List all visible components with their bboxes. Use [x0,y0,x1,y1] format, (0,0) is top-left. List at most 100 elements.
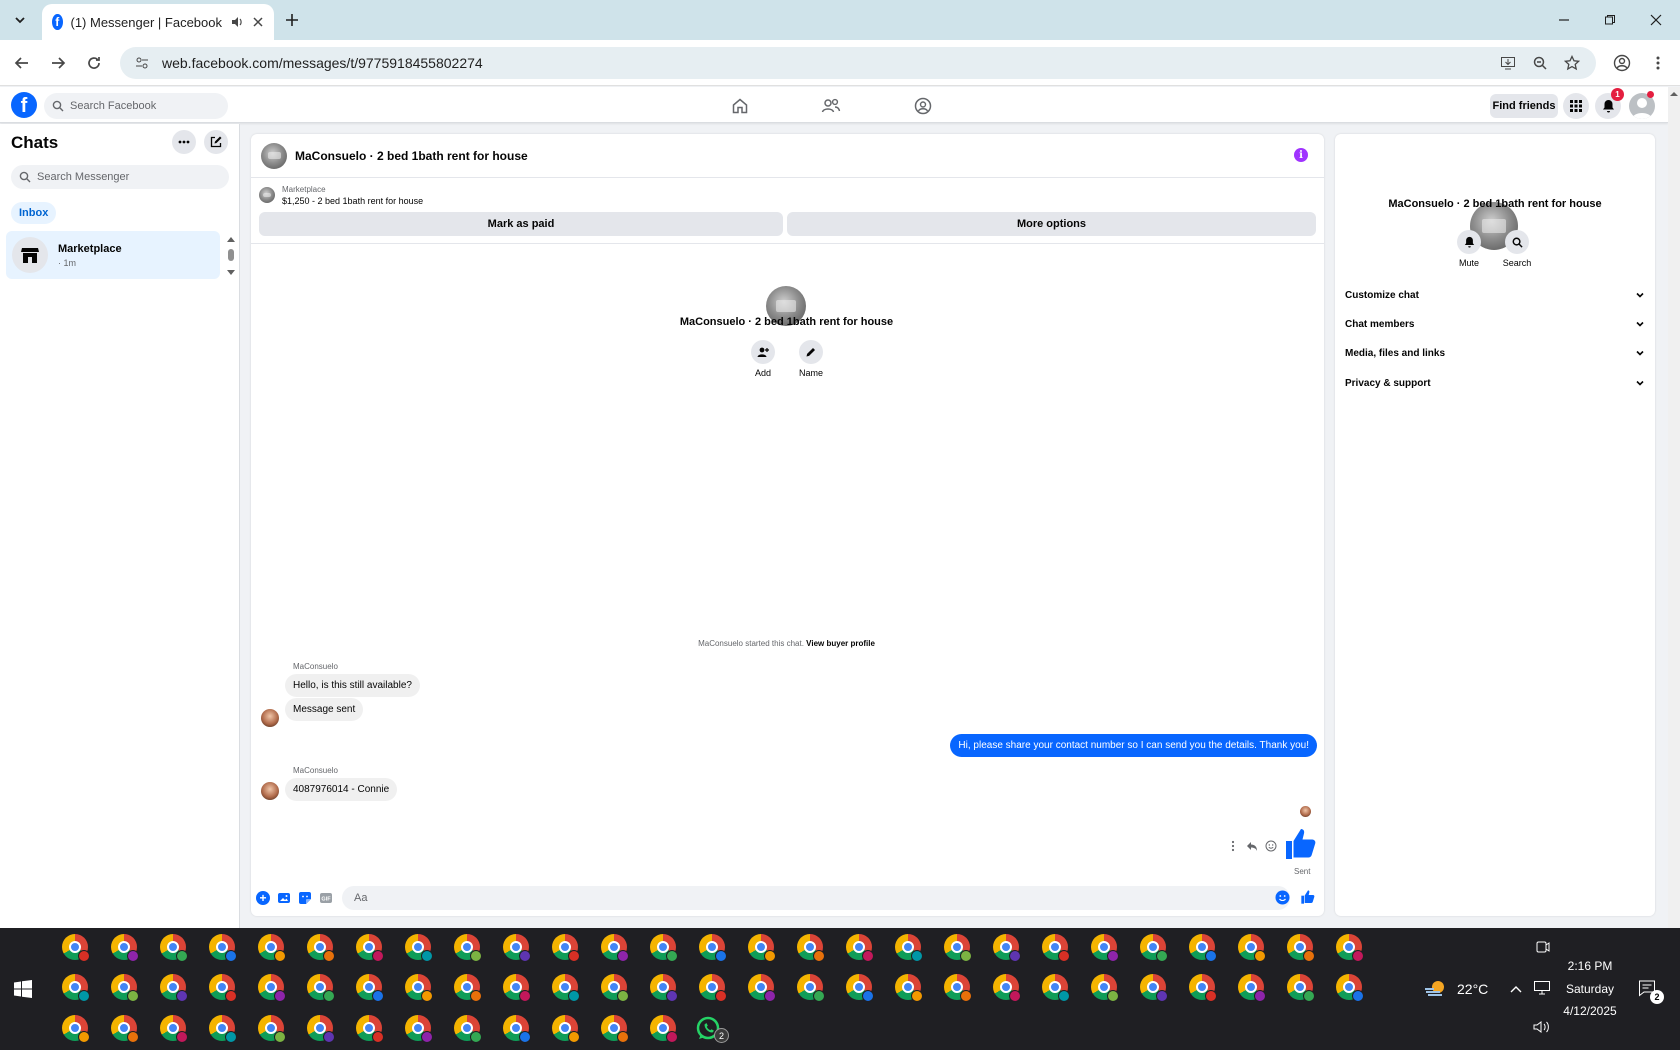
chrome-profile-shortcut-icon[interactable] [895,974,925,1004]
chrome-profile-shortcut-icon[interactable] [405,974,435,1004]
filter-inbox-pill[interactable]: Inbox [11,202,57,224]
new-message-button[interactable] [204,130,228,154]
reload-icon[interactable] [80,49,108,77]
more-actions-plus-icon[interactable]: + [256,891,270,905]
restore-window-icon[interactable] [1596,6,1624,34]
chrome-profile-shortcut-icon[interactable] [1189,974,1219,1004]
close-window-icon[interactable] [1642,6,1670,34]
media-files-links-row[interactable]: Media, files and links [1345,341,1645,365]
chrome-profile-shortcut-icon[interactable] [552,934,582,964]
chrome-profile-shortcut-icon[interactable] [650,934,680,964]
chrome-profile-shortcut-icon[interactable] [258,974,288,1004]
browser-profile-icon[interactable] [1608,49,1636,77]
chrome-profile-shortcut-icon[interactable] [405,934,435,964]
chrome-profile-shortcut-icon[interactable] [650,974,680,1004]
incoming-message[interactable]: 4087976014 - Connie [285,778,398,801]
sent-thumbs-up-icon[interactable] [1283,826,1319,862]
incoming-message[interactable]: Message sent [285,698,364,721]
chrome-profile-shortcut-icon[interactable] [1091,974,1121,1004]
chrome-profile-shortcut-icon[interactable] [1336,974,1366,1004]
chrome-profile-shortcut-icon[interactable] [111,974,141,1004]
chrome-profile-shortcut-icon[interactable] [944,934,974,964]
chrome-profile-shortcut-icon[interactable] [993,934,1023,964]
chrome-profile-shortcut-icon[interactable] [307,1015,337,1045]
chat-members-row[interactable]: Chat members [1345,312,1645,336]
network-icon[interactable] [1533,980,1551,996]
listing-title[interactable]: $1,250 - 2 bed 1bath rent for house [282,196,423,206]
friends-nav-icon[interactable] [820,95,842,117]
chrome-profile-shortcut-icon[interactable] [846,974,876,1004]
chrome-profile-shortcut-icon[interactable] [160,934,190,964]
chrome-profile-shortcut-icon[interactable] [111,1015,141,1045]
chrome-profile-shortcut-icon[interactable] [601,974,631,1004]
more-options-button[interactable]: More options [787,212,1316,236]
chrome-profile-shortcut-icon[interactable] [160,1015,190,1045]
chrome-profile-shortcut-icon[interactable] [454,974,484,1004]
chrome-profile-shortcut-icon[interactable] [62,1015,92,1045]
chrome-profile-shortcut-icon[interactable] [1287,934,1317,964]
chrome-profile-shortcut-icon[interactable] [699,934,729,964]
chrome-profile-shortcut-icon[interactable] [797,974,827,1004]
show-hidden-icons-chevron-icon[interactable] [1510,984,1522,994]
reply-icon[interactable] [1246,840,1258,852]
gif-icon[interactable]: GIF [319,891,333,905]
chrome-profile-shortcut-icon[interactable] [209,974,239,1004]
chrome-profile-shortcut-icon[interactable] [552,974,582,1004]
weather-icon[interactable] [1424,978,1448,1000]
chrome-profile-shortcut-icon[interactable] [993,974,1023,1004]
chrome-profile-shortcut-icon[interactable] [454,934,484,964]
meet-now-icon[interactable] [1535,939,1551,955]
chrome-profile-shortcut-icon[interactable] [62,974,92,1004]
view-buyer-profile-link[interactable]: View buyer profile [806,639,875,648]
conversation-info-icon[interactable]: i [1294,148,1308,162]
chrome-profile-shortcut-icon[interactable] [699,974,729,1004]
chrome-profile-shortcut-icon[interactable] [111,934,141,964]
chrome-profile-shortcut-icon[interactable] [1189,934,1219,964]
chrome-profile-shortcut-icon[interactable] [1140,974,1170,1004]
chrome-profile-shortcut-icon[interactable] [1042,934,1072,964]
chrome-profile-shortcut-icon[interactable] [944,974,974,1004]
bookmark-star-icon[interactable] [1558,49,1586,77]
mute-button[interactable] [1457,230,1481,254]
browser-menu-icon[interactable] [1644,49,1672,77]
message-more-icon[interactable] [1230,840,1236,852]
close-tab-icon[interactable] [252,16,264,28]
search-in-conversation-button[interactable] [1505,230,1529,254]
chrome-profile-shortcut-icon[interactable] [1238,934,1268,964]
chrome-profile-shortcut-icon[interactable] [601,934,631,964]
chrome-profile-shortcut-icon[interactable] [307,974,337,1004]
add-people-button[interactable] [751,340,775,364]
zoom-icon[interactable] [1526,49,1554,77]
sender-avatar[interactable] [261,709,279,727]
weather-temperature[interactable]: 22°C [1457,981,1488,997]
customize-chat-row[interactable]: Customize chat [1345,283,1645,307]
clock-time[interactable]: 2:16 PM [1560,959,1620,973]
sticker-icon[interactable] [298,891,312,905]
windows-start-icon[interactable] [14,980,32,998]
chrome-profile-shortcut-icon[interactable] [62,934,92,964]
incoming-message[interactable]: Hello, is this still available? [285,674,420,697]
chrome-profile-shortcut-icon[interactable] [748,934,778,964]
url-text[interactable]: web.facebook.com/messages/t/977591845580… [162,55,483,71]
minimize-window-icon[interactable] [1550,6,1578,34]
outgoing-message[interactable]: Hi, please share your contact number so … [950,734,1317,757]
speaker-icon[interactable] [230,15,244,29]
attach-photo-icon[interactable] [277,891,291,905]
message-input[interactable]: Aa [342,886,1290,910]
clock-date[interactable]: 4/12/2025 [1560,1004,1620,1018]
chrome-profile-shortcut-icon[interactable] [601,1015,631,1045]
chrome-profile-shortcut-icon[interactable] [846,934,876,964]
volume-icon[interactable] [1532,1019,1550,1035]
site-settings-icon[interactable] [134,55,150,71]
react-smiley-icon[interactable] [1265,840,1277,852]
menu-grid-icon[interactable] [1563,93,1589,119]
chrome-profile-shortcut-icon[interactable] [797,934,827,964]
chrome-profile-shortcut-icon[interactable] [356,1015,386,1045]
chrome-profile-shortcut-icon[interactable] [1336,934,1366,964]
chrome-profile-shortcut-icon[interactable] [209,934,239,964]
chrome-profile-shortcut-icon[interactable] [552,1015,582,1045]
chrome-profile-shortcut-icon[interactable] [160,974,190,1004]
chrome-profile-shortcut-icon[interactable] [650,1015,680,1045]
sidebar-scrollbar[interactable] [226,234,236,278]
chrome-profile-shortcut-icon[interactable] [454,1015,484,1045]
